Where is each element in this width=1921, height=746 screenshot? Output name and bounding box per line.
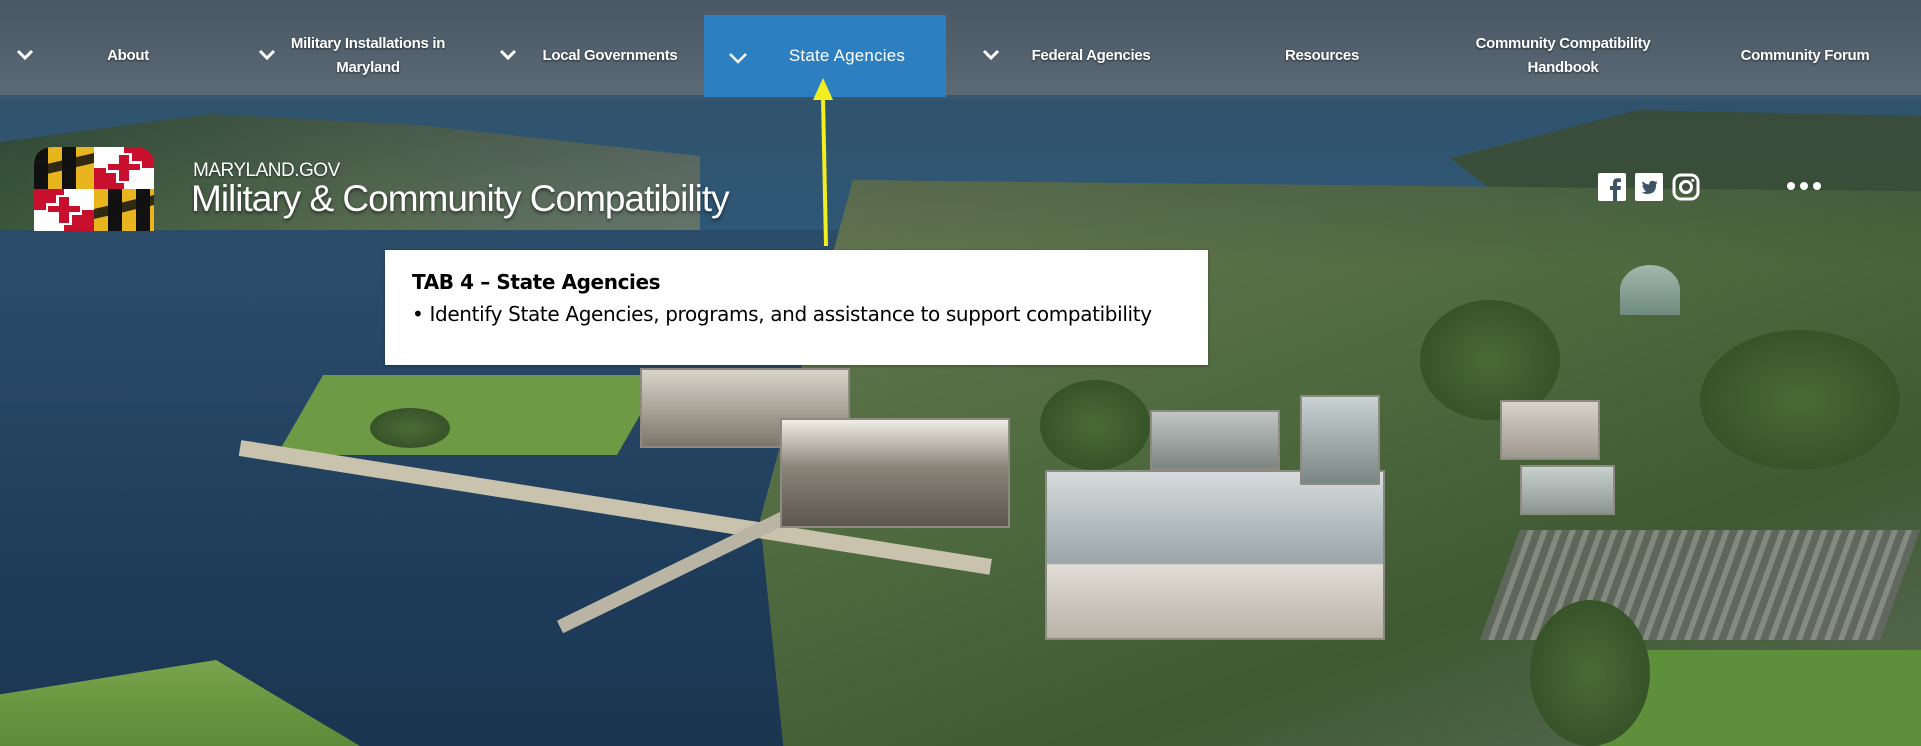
chevron-down-icon[interactable] <box>499 48 517 62</box>
nav-label-line-1: Military Installations in <box>290 35 446 52</box>
sports-field <box>276 375 664 455</box>
social-links <box>1598 173 1700 201</box>
building <box>780 418 1010 528</box>
more-dots-icon[interactable] <box>1786 180 1822 192</box>
nav-item-label: State Agencies <box>788 46 906 65</box>
building <box>1520 465 1615 515</box>
site-title[interactable]: Military & Community Compatibility <box>191 178 730 220</box>
chevron-down-icon <box>728 48 748 72</box>
main-nav: About Military Installations in Maryland… <box>0 15 1921 97</box>
tree-cluster <box>1530 600 1650 746</box>
nav-item-military-installations[interactable]: Military Installations in Maryland <box>282 15 454 97</box>
annotation-callout: TAB 4 – State Agencies • Identify State … <box>385 250 1208 365</box>
chapel-dome <box>1620 265 1680 315</box>
nav-item-local-governments[interactable]: Local Governments <box>528 15 692 97</box>
chevron-down-icon[interactable] <box>258 48 276 62</box>
nav-item-compatibility-handbook[interactable]: Community Compatibility Handbook <box>1460 15 1666 97</box>
nav-label-line-2: Handbook <box>1527 59 1599 76</box>
chevron-down-icon[interactable] <box>16 48 34 62</box>
nav-item-about[interactable]: About <box>88 15 168 97</box>
tree-cluster <box>370 408 450 448</box>
building <box>1500 400 1600 460</box>
building <box>1300 395 1380 485</box>
instagram-icon[interactable] <box>1672 173 1700 201</box>
callout-title: TAB 4 – State Agencies <box>412 270 661 294</box>
nav-item-community-forum[interactable]: Community Forum <box>1724 15 1886 97</box>
maryland-flag-logo[interactable] <box>34 147 154 231</box>
nav-label-line-2: Maryland <box>336 59 400 76</box>
twitter-icon[interactable] <box>1635 173 1663 201</box>
facebook-icon[interactable] <box>1598 173 1626 201</box>
tree-cluster <box>1040 380 1150 470</box>
nav-item-federal-agencies[interactable]: Federal Agencies <box>1012 15 1170 97</box>
building <box>1150 410 1280 470</box>
tree-cluster <box>1700 330 1900 470</box>
callout-bullet: • Identify State Agencies, programs, and… <box>412 302 1152 326</box>
building <box>1045 470 1385 640</box>
chevron-down-icon[interactable] <box>982 48 1000 62</box>
nav-item-resources[interactable]: Resources <box>1262 15 1382 97</box>
nav-item-state-agencies[interactable]: State Agencies <box>704 15 946 97</box>
nav-label-line-1: Community Compatibility <box>1475 35 1651 52</box>
